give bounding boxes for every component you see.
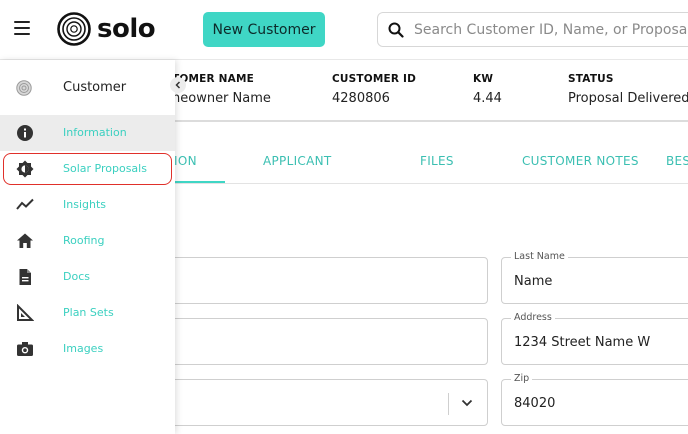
brand-name: solo [97,14,156,44]
tab-information[interactable]: ION [174,154,197,168]
sidebar-item-solar-proposals[interactable]: Solar Proposals [0,151,175,187]
sidebar-item-insights[interactable]: Insights [0,187,175,223]
brand-logo[interactable]: solo [57,12,156,46]
info-icon [17,125,33,141]
status-column: STATUS Proposal Delivered [568,73,688,106]
search-input[interactable] [414,21,688,38]
search-box[interactable] [377,12,688,47]
zip-label: Zip [511,373,533,384]
customer-logo-icon [16,80,32,96]
sidebar-item-information[interactable]: Information [0,115,175,151]
address-value: 1234 Street Name W [514,335,651,350]
sidebar-header: Customer [0,60,175,115]
sidebar-title: Customer [63,80,127,95]
app-root: solo New Customer TOMER NAME neowner Nam… [0,0,688,434]
sidebar-item-label: Plan Sets [63,306,114,319]
search-icon [388,22,404,38]
sidebar-item-images[interactable]: Images [0,331,175,367]
tab-customer-notes[interactable]: CUSTOMER NOTES [522,154,639,168]
customer-id-column: CUSTOMER ID 4280806 [332,73,416,106]
last-name-label: Last Name [511,251,568,262]
trend-icon [16,198,34,210]
tab-files[interactable]: FILES [420,154,454,168]
last-name-field[interactable]: Last Name Name [501,251,688,304]
address-field[interactable]: Address 1234 Street Name W [501,312,688,365]
customer-name-column: TOMER NAME neowner Name [172,73,271,106]
solo-logo-icon [57,12,91,46]
last-name-value: Name [514,274,553,289]
kw-column: KW 4.44 [473,73,502,106]
document-icon [19,269,31,285]
kw-label: KW [473,73,494,85]
camera-icon [17,342,33,356]
hamburger-menu-icon[interactable] [14,21,30,35]
sidebar-item-label: Solar Proposals [63,162,147,175]
zip-value: 84020 [514,396,556,411]
tab-applicant[interactable]: APPLICANT [263,154,332,168]
tab-best[interactable]: BES [666,154,688,168]
status-value: Proposal Delivered [568,91,688,106]
sidebar-collapse-button[interactable] [170,77,186,93]
ruler-icon [17,304,34,321]
select-divider [448,393,449,415]
customer-sidebar: Customer Information Solar Proposals Ins… [0,60,175,434]
sidebar-item-label: Images [63,342,104,355]
sidebar-item-plan-sets[interactable]: Plan Sets [0,295,175,331]
chevron-down-icon[interactable] [461,398,473,408]
sidebar-item-docs[interactable]: Docs [0,259,175,295]
zip-field[interactable]: Zip 84020 [501,373,688,426]
new-customer-button[interactable]: New Customer [203,12,325,47]
address-label: Address [511,312,555,323]
sidebar-item-label: Roofing [63,234,105,247]
customer-name-value: neowner Name [172,91,271,106]
kw-value: 4.44 [473,91,502,106]
top-bar: solo New Customer [0,0,688,60]
customer-id-label: CUSTOMER ID [332,73,417,85]
first-name-field[interactable] [150,257,488,304]
home-icon [17,233,33,248]
chevron-left-icon [175,81,181,89]
state-select[interactable] [150,379,488,426]
customer-id-value: 4280806 [332,91,390,106]
sidebar-item-roofing[interactable]: Roofing [0,223,175,259]
phone-field[interactable] [150,318,488,365]
customer-name-label: TOMER NAME [172,73,254,85]
solar-icon [16,160,34,178]
status-label: STATUS [568,73,614,85]
sidebar-item-label: Docs [63,270,90,283]
sidebar-item-label: Insights [63,198,107,211]
sidebar-item-label: Information [63,126,127,139]
